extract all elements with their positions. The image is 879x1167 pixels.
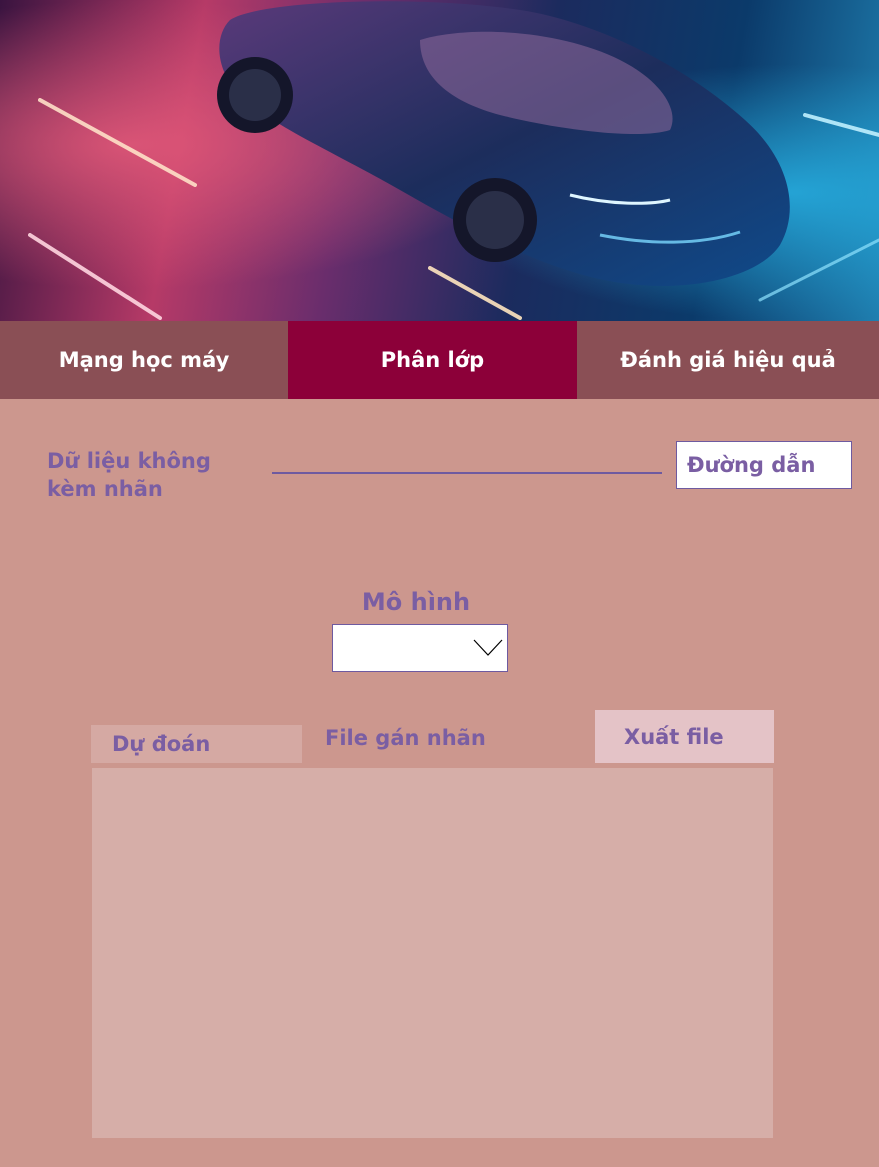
hero-illustration	[0, 0, 879, 321]
model-label: Mô hình	[361, 588, 471, 616]
tab-evaluation[interactable]: Đánh giá hiệu quả	[577, 321, 879, 399]
tab-label: Phân lớp	[380, 348, 485, 372]
labeled-file-label: File gán nhãn	[325, 726, 486, 750]
browse-path-button[interactable]: Đường dẫn	[676, 441, 852, 489]
unlabeled-data-label: Dữ liệu không kèm nhãn	[47, 449, 211, 501]
chevron-down-icon	[473, 639, 503, 656]
predict-button-label: Dự đoán	[112, 732, 211, 756]
tab-label: Đánh giá hiệu quả	[620, 348, 836, 372]
tab-label: Mạng học máy	[58, 348, 230, 372]
hero-car-image	[0, 0, 879, 321]
export-file-label: Xuất file	[624, 724, 724, 749]
main-tabs: Mạng học máy Phân lớp Đánh giá hiệu quả	[0, 321, 879, 399]
browse-path-label: Đường dẫn	[687, 453, 816, 477]
model-select[interactable]	[332, 624, 508, 672]
predict-button[interactable]: Dự đoán	[91, 725, 302, 763]
path-field-underline[interactable]	[272, 472, 662, 474]
tab-machine-learning[interactable]: Mạng học máy	[0, 321, 288, 399]
output-textarea[interactable]	[92, 768, 773, 1138]
export-file-button[interactable]: Xuất file	[595, 710, 774, 763]
tab-classification[interactable]: Phân lớp	[288, 321, 577, 399]
